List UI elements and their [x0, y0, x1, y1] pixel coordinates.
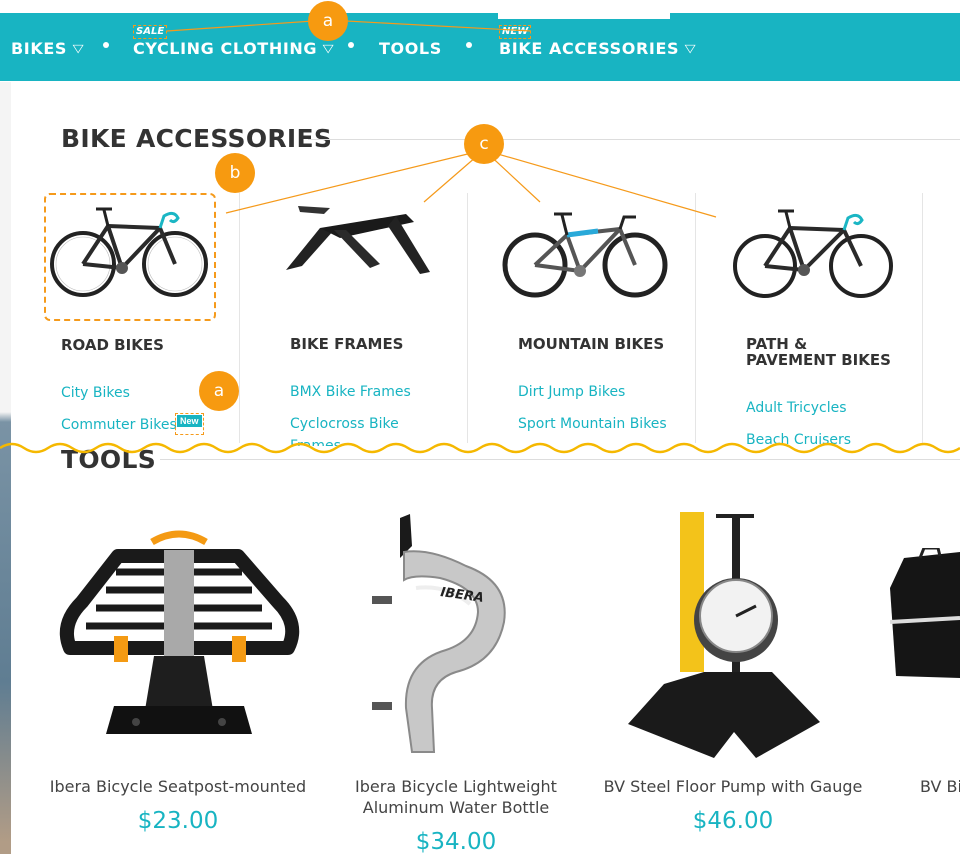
callout-marker-a: a — [308, 1, 348, 41]
callout-marker-a: a — [199, 371, 239, 411]
callout-marker-b: b — [215, 153, 255, 193]
callout-marker-c: c — [464, 124, 504, 164]
